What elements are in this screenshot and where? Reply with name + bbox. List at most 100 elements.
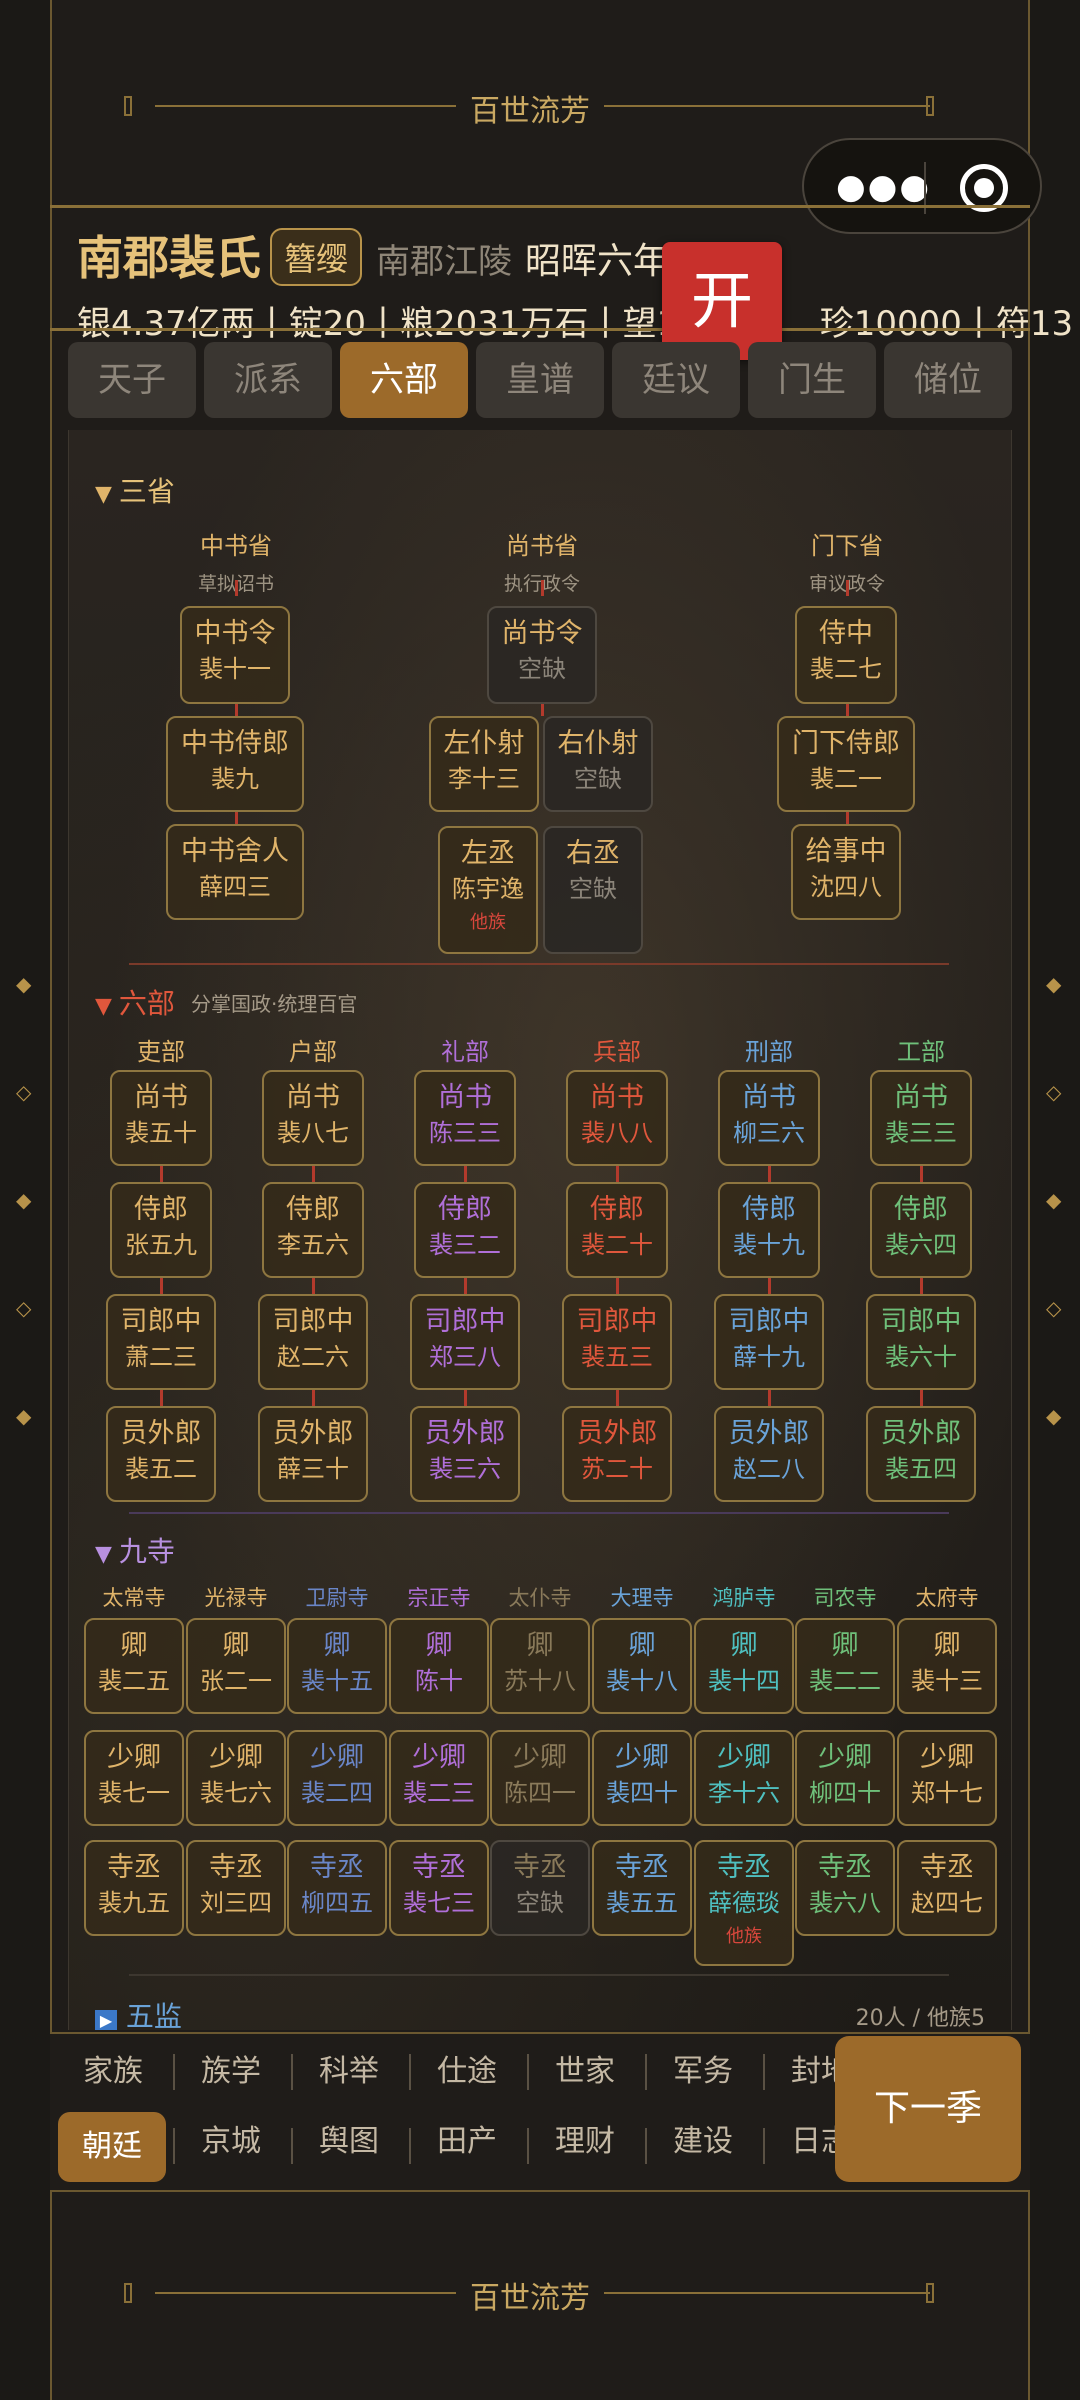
official-card[interactable]: 司郎中 薛十九	[714, 1294, 824, 1390]
official-card[interactable]: 司郎中 裴六十	[866, 1294, 976, 1390]
tab-liubu[interactable]: 六部	[340, 342, 468, 418]
bottom-deco-cap-left	[124, 2283, 132, 2303]
official-card[interactable]: 寺丞 赵四七	[897, 1840, 997, 1936]
official-card[interactable]: 尚书 柳三六	[718, 1070, 820, 1166]
official-card[interactable]: 左丞 陈宇逸 他族	[438, 826, 538, 954]
official-card[interactable]: 少卿 裴七一	[84, 1730, 184, 1826]
official-card[interactable]: 右丞 空缺	[543, 826, 643, 954]
official-card[interactable]: 尚书 裴三三	[870, 1070, 972, 1166]
official-card[interactable]: 员外郎 苏二十	[562, 1406, 672, 1502]
official-name: 裴十九	[733, 1231, 805, 1259]
nav-item[interactable]: 朝廷	[58, 2112, 166, 2182]
official-card[interactable]: 尚书 裴八八	[566, 1070, 668, 1166]
official-card[interactable]: 少卿 裴四十	[592, 1730, 692, 1826]
official-card[interactable]: 卿苏十八	[490, 1618, 590, 1714]
official-card[interactable]: 侍郎 裴六四	[870, 1182, 972, 1278]
official-card[interactable]: 寺丞 空缺	[490, 1840, 590, 1936]
post-title: 寺丞	[513, 1852, 567, 1883]
nav-item[interactable]: 族学	[176, 2042, 286, 2102]
connector-line	[160, 1278, 163, 1294]
official-card[interactable]: 卿陈十	[389, 1618, 489, 1714]
official-card[interactable]: 侍郎 裴三二	[414, 1182, 516, 1278]
official-card[interactable]: 寺丞 刘三四	[186, 1840, 286, 1936]
official-card[interactable]: 少卿 柳四十	[795, 1730, 895, 1826]
nav-item[interactable]: 科举	[294, 2042, 404, 2102]
official-card[interactable]: 寺丞 柳四五	[287, 1840, 387, 1936]
nav-item[interactable]: 舆图	[294, 2112, 404, 2172]
tab-huangpu[interactable]: 皇谱	[476, 342, 604, 418]
official-card[interactable]: 司郎中 郑三八	[410, 1294, 520, 1390]
officials-count: 20人 / 他族5	[855, 2006, 985, 2030]
official-card[interactable]: 员外郎 薛三十	[258, 1406, 368, 1502]
official-card[interactable]: 少卿 陈四一	[490, 1730, 590, 1826]
official-card[interactable]: 寺丞 薛德琰 他族	[694, 1840, 794, 1966]
nav-item[interactable]: 世家	[530, 2042, 640, 2102]
official-card[interactable]: 侍郎 李五六	[262, 1182, 364, 1278]
tab-tianzi[interactable]: 天子	[68, 342, 196, 418]
official-card[interactable]: 卿裴十四	[694, 1618, 794, 1714]
tab-mensheng[interactable]: 门生	[748, 342, 876, 418]
official-card[interactable]: 尚书 裴八七	[262, 1070, 364, 1166]
official-card[interactable]: 卿张二一	[186, 1618, 286, 1714]
official-card[interactable]: 员外郎 裴五四	[866, 1406, 976, 1502]
official-card[interactable]: 少卿 裴二四	[287, 1730, 387, 1826]
official-card[interactable]: 中书舍人 薛四三	[166, 824, 304, 920]
official-card[interactable]: 员外郎 赵二八	[714, 1406, 824, 1502]
official-card[interactable]: 少卿 郑十七	[897, 1730, 997, 1826]
official-name: 柳四五	[301, 1889, 373, 1917]
tab-chuwei[interactable]: 储位	[884, 342, 1012, 418]
official-card[interactable]: 尚书令 空缺	[487, 606, 597, 704]
nav-item[interactable]: 建设	[648, 2112, 758, 2172]
nav-item[interactable]: 理财	[530, 2112, 640, 2172]
official-card[interactable]: 右仆射 空缺	[543, 716, 653, 812]
section-jiusi-title[interactable]: ▼ 九寺	[95, 1530, 175, 1570]
next-season-button[interactable]: 下一季	[835, 2036, 1021, 2182]
official-card[interactable]: 侍郎 裴二十	[566, 1182, 668, 1278]
official-card[interactable]: 侍郎 张五九	[110, 1182, 212, 1278]
nav-item[interactable]: 田产	[412, 2112, 522, 2172]
section-liubu-title[interactable]: ▼ 六部	[95, 982, 175, 1022]
official-card[interactable]: 少卿 裴七六	[186, 1730, 286, 1826]
official-card[interactable]: 员外郎 裴三六	[410, 1406, 520, 1502]
tab-paixi[interactable]: 派系	[204, 342, 332, 418]
more-icon[interactable]: ●●●	[836, 170, 931, 204]
official-card[interactable]: 寺丞 裴五五	[592, 1840, 692, 1936]
official-card[interactable]: 左仆射 李十三	[429, 716, 539, 812]
official-card[interactable]: 少卿 李十六	[694, 1730, 794, 1826]
post-title: 寺丞	[209, 1852, 263, 1883]
official-card[interactable]: 侍郎 裴十九	[718, 1182, 820, 1278]
nav-item[interactable]: 京城	[176, 2112, 286, 2172]
official-card[interactable]: 寺丞 裴九五	[84, 1840, 184, 1936]
nav-separator	[763, 2054, 765, 2090]
nav-item[interactable]: 家族	[58, 2042, 168, 2102]
official-card[interactable]: 司郎中 萧二三	[106, 1294, 216, 1390]
official-card[interactable]: 中书侍郎 裴九	[166, 716, 304, 812]
official-card[interactable]: 中书令 裴十一	[180, 606, 290, 704]
section-sansheng-title[interactable]: ▼ 三省	[95, 470, 175, 510]
official-card[interactable]: 卿裴十五	[287, 1618, 387, 1714]
official-card[interactable]: 给事中 沈四八	[791, 824, 901, 920]
official-card[interactable]: 卿裴十三	[897, 1618, 997, 1714]
official-card[interactable]: 司郎中 裴五三	[562, 1294, 672, 1390]
official-card[interactable]: 卿裴二五	[84, 1618, 184, 1714]
official-card[interactable]: 门下侍郎 裴二一	[777, 716, 915, 812]
official-name: 裴三二	[429, 1231, 501, 1259]
nav-item[interactable]: 仕途	[412, 2042, 522, 2102]
nav-separator	[645, 2128, 647, 2164]
tab-tingyi[interactable]: 廷议	[612, 342, 740, 418]
dept-name: 工部	[897, 1038, 945, 1066]
official-card[interactable]: 寺丞 裴七三	[389, 1840, 489, 1936]
official-card[interactable]: 尚书 裴五十	[110, 1070, 212, 1166]
official-card[interactable]: 员外郎 裴五二	[106, 1406, 216, 1502]
official-card[interactable]: 尚书 陈三三	[414, 1070, 516, 1166]
nav-item[interactable]: 军务	[648, 2042, 758, 2102]
official-card[interactable]: 司郎中 赵二六	[258, 1294, 368, 1390]
official-card[interactable]: 寺丞 裴六八	[795, 1840, 895, 1936]
official-name: 李十六	[708, 1779, 780, 1807]
official-card[interactable]: 少卿 裴二三	[389, 1730, 489, 1826]
official-card[interactable]: 卿裴二二	[795, 1618, 895, 1714]
official-card[interactable]: 卿裴十八	[592, 1618, 692, 1714]
official-name: 薛德琰	[708, 1889, 780, 1917]
section-wujian-title[interactable]: ▶ 五监	[95, 1995, 182, 2030]
official-card[interactable]: 侍中 裴二七	[795, 606, 897, 704]
